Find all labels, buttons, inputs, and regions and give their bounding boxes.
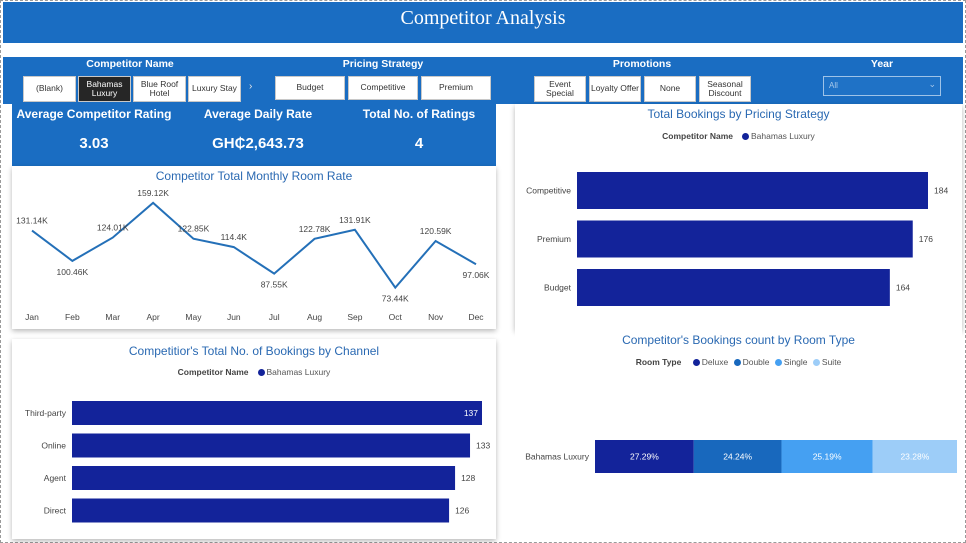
data-label: 97.06K <box>463 270 490 280</box>
x-tick-label: Jan <box>25 312 39 322</box>
x-tick-label: Dec <box>468 312 484 322</box>
data-label: 122.85K <box>178 224 210 234</box>
data-label: 120.59K <box>420 226 452 236</box>
data-label: 114.4K <box>221 232 248 242</box>
year-dropdown[interactable]: All ⌄ <box>823 76 941 96</box>
kpi-total-no-of-ratings: Total No. of Ratings 4 <box>346 107 492 152</box>
kpi-label: Total No. of Ratings <box>362 107 476 121</box>
slicer-option-bahamas-luxury[interactable]: Bahamas Luxury <box>78 76 131 102</box>
year-slicer-title: Year <box>870 58 894 70</box>
slicer-option-competitive[interactable]: Competitive <box>348 76 418 100</box>
x-tick-label: Apr <box>146 312 159 322</box>
data-label: 23.28% <box>900 452 929 462</box>
data-label: 73.44K <box>382 294 409 304</box>
page-title: Competitor Analysis <box>400 7 566 29</box>
channel-bar-chart: Third-party 137 Online 133 Agent 128 Direct 126 <box>25 401 490 523</box>
data-label: 137 <box>464 408 478 418</box>
year-dropdown-value: All <box>829 81 838 90</box>
slicer-option-event-special[interactable]: Event Special <box>534 76 586 102</box>
competitor-name-slicer-title: Competitor Name <box>86 58 174 70</box>
slicer-option-seasonal-discount[interactable]: Seasonal Discount <box>699 76 751 102</box>
data-label: 25.19% <box>813 452 842 462</box>
room-rate-line <box>31 201 477 290</box>
y-tick-label: Agent <box>44 473 67 483</box>
x-tick-label: Jun <box>227 312 241 322</box>
kpi-average-daily-rate: Average Daily Rate GH₵2,643.73 <box>180 107 336 152</box>
bar[interactable] <box>72 466 456 490</box>
x-tick-label: Aug <box>307 312 322 322</box>
data-label: 27.29% <box>630 452 659 462</box>
x-tick-label: May <box>185 312 202 322</box>
slicer-option-none[interactable]: None <box>644 76 696 102</box>
data-label: 126 <box>455 506 469 516</box>
data-label: 159.12K <box>137 188 169 198</box>
slicer-option-luxury-stay[interactable]: Luxury Stay <box>188 76 241 102</box>
data-label: 131.91K <box>339 215 371 225</box>
x-tick-label: Jul <box>269 312 280 322</box>
slicer-option-budget[interactable]: Budget <box>275 76 345 100</box>
room-type-stacked-bar: Bahamas Luxury 27.29% 24.24% 25.19% 23.28% <box>525 440 957 473</box>
kpi-average-competitor-rating: Average Competitor Rating 3.03 <box>14 107 174 152</box>
y-tick-label: Premium <box>537 234 571 244</box>
y-tick-label: Third-party <box>25 408 67 418</box>
monthly-room-rate-card: Competitor Total Monthly Room Rate 131.1… <box>12 166 496 329</box>
data-label: 184 <box>934 186 948 196</box>
x-tick-label: Nov <box>428 312 444 322</box>
y-tick-label: Bahamas Luxury <box>525 452 590 462</box>
y-tick-label: Online <box>41 441 66 451</box>
y-tick-label: Competitive <box>526 186 571 196</box>
data-label: 24.24% <box>723 452 752 462</box>
bar[interactable] <box>72 433 471 458</box>
pricing-strategy-card: Total Bookings by Pricing Strategy Compe… <box>515 104 962 330</box>
x-tick-label: Feb <box>65 312 80 322</box>
data-label: 133 <box>476 441 490 451</box>
x-tick-label: Sep <box>347 312 362 322</box>
bar[interactable] <box>577 269 890 306</box>
kpi-label: Average Competitor Rating <box>16 107 172 121</box>
title-bar: Competitor Analysis <box>3 2 963 44</box>
y-tick-label: Budget <box>544 283 572 293</box>
line-chart: 131.14K Jan 100.46K Feb 124.01K Mar 159.12K Apr… <box>16 188 490 322</box>
data-label: 176 <box>919 234 933 244</box>
pricing-bar-chart: Competitive 184 Premium 176 Budget 164 <box>526 172 948 306</box>
bar[interactable] <box>72 401 482 425</box>
data-label: 100.46K <box>57 267 89 277</box>
data-label: 128 <box>461 473 475 483</box>
booking-channel-card: Competitior's Total No. of Bookings by C… <box>12 339 496 539</box>
slicer-option-blue-roof-hotel[interactable]: Blue Roof Hotel <box>133 76 186 102</box>
slicer-option-loyalty-offer[interactable]: Loyalty Offer <box>589 76 641 102</box>
y-tick-label: Direct <box>44 506 67 516</box>
data-label: 122.78K <box>299 224 331 234</box>
kpi-value: 3.03 <box>79 135 109 152</box>
x-tick-label: Oct <box>389 312 403 322</box>
chevron-down-icon: ⌄ <box>928 79 936 89</box>
data-label: 164 <box>896 283 910 293</box>
slicer-option-premium[interactable]: Premium <box>421 76 491 100</box>
chevron-right-icon[interactable]: › <box>249 81 252 92</box>
kpi-value: GH₵2,643.73 <box>212 135 304 152</box>
bar[interactable] <box>72 498 450 523</box>
room-type-card: Competitor's Bookings count by Room Type… <box>515 330 962 539</box>
kpi-label: Average Daily Rate <box>203 107 313 121</box>
pricing-strategy-slicer-title: Pricing Strategy <box>342 58 424 70</box>
promotions-slicer-title: Promotions <box>612 58 672 70</box>
data-label: 131.14K <box>16 216 48 226</box>
kpi-value: 4 <box>414 135 424 152</box>
bar[interactable] <box>577 172 928 209</box>
slicer-option-blank[interactable]: (Blank) <box>23 76 76 102</box>
bar[interactable] <box>577 220 913 258</box>
data-label: 124.01K <box>97 223 129 233</box>
x-tick-label: Mar <box>105 312 120 322</box>
data-label: 87.55K <box>261 280 288 290</box>
